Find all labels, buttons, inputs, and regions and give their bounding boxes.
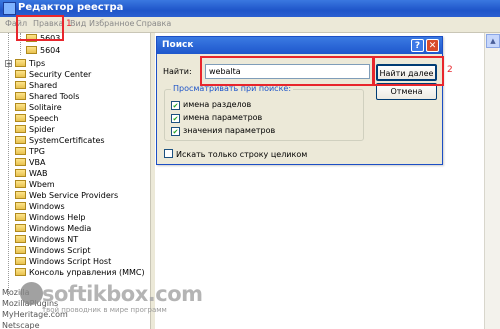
folder-icon bbox=[15, 268, 26, 276]
folder-icon bbox=[15, 235, 26, 243]
highlight-box-edit-menu bbox=[16, 15, 64, 41]
title-bar: Редактор реестра bbox=[0, 0, 500, 17]
folder-icon bbox=[15, 125, 26, 133]
menu-view[interactable]: Вид bbox=[70, 19, 86, 28]
folder-icon bbox=[15, 92, 26, 100]
whole-string-checkbox-row[interactable]: Искать только строку целиком bbox=[164, 149, 307, 160]
keys-checkbox-row[interactable]: ✔ имена разделов bbox=[171, 100, 251, 111]
folder-icon bbox=[15, 169, 26, 177]
values-checkbox[interactable]: ✔ bbox=[171, 114, 180, 123]
annotation-step-1: 1 bbox=[66, 19, 72, 29]
highlight-box-find-next bbox=[373, 56, 444, 86]
tree-item[interactable]: Shared bbox=[15, 80, 57, 91]
dialog-title: Поиск bbox=[162, 40, 194, 50]
tree-item[interactable]: Консоль управления (MMC) bbox=[15, 267, 145, 278]
tree-item[interactable]: SystemCertificates bbox=[15, 135, 105, 146]
folder-icon bbox=[15, 147, 26, 155]
data-checkbox-row[interactable]: ✔ значения параметров bbox=[171, 126, 275, 137]
find-label: Найти: bbox=[163, 67, 192, 76]
look-at-group: Просматривать при поиске: ✔ имена раздело… bbox=[164, 84, 364, 141]
tree-item[interactable]: 5604 bbox=[26, 45, 60, 56]
keys-checkbox[interactable]: ✔ bbox=[171, 101, 180, 110]
menu-help[interactable]: Справка bbox=[136, 19, 171, 28]
folder-icon bbox=[15, 257, 26, 265]
watermark-tagline: твой проводник в мире программ bbox=[42, 306, 167, 314]
watermark-logo-icon bbox=[20, 282, 43, 305]
folder-icon bbox=[15, 81, 26, 89]
tree-item[interactable]: Solitaire bbox=[15, 102, 62, 113]
folder-icon bbox=[15, 180, 26, 188]
folder-icon bbox=[15, 103, 26, 111]
close-icon[interactable]: ✕ bbox=[426, 39, 439, 52]
vertical-scrollbar[interactable]: ▲ bbox=[484, 33, 500, 329]
tree-item[interactable]: VBA bbox=[15, 157, 45, 168]
dialog-title-bar: Поиск ? ✕ bbox=[157, 37, 442, 54]
tree-item[interactable]: Security Center bbox=[15, 69, 91, 80]
annotation-step-2: 2 bbox=[447, 65, 453, 75]
tree-item[interactable]: Tips bbox=[15, 58, 45, 69]
window-title: Редактор реестра bbox=[18, 2, 124, 13]
expand-plus-icon[interactable]: + bbox=[5, 60, 12, 68]
folder-icon bbox=[26, 46, 37, 54]
folder-icon bbox=[15, 59, 26, 67]
tree-item[interactable]: Windows Script bbox=[15, 245, 90, 256]
folder-icon bbox=[15, 213, 26, 221]
tree-item[interactable]: Windows NT bbox=[15, 234, 78, 245]
values-checkbox-row[interactable]: ✔ имена параметров bbox=[171, 113, 262, 124]
tree-item[interactable]: TPG bbox=[15, 146, 45, 157]
whole-string-checkbox[interactable] bbox=[164, 149, 173, 158]
tree-item[interactable]: Shared Tools bbox=[15, 91, 79, 102]
highlight-box-find-input bbox=[200, 56, 374, 86]
folder-icon bbox=[15, 246, 26, 254]
tree-item[interactable]: Wbem bbox=[15, 179, 55, 190]
folder-icon bbox=[15, 136, 26, 144]
data-checkbox[interactable]: ✔ bbox=[171, 127, 180, 136]
menu-bar: Файл Правка Вид Избранное Справка bbox=[0, 17, 500, 33]
tree-item[interactable]: Windows Help bbox=[15, 212, 86, 223]
menu-favorites[interactable]: Избранное bbox=[89, 19, 134, 28]
tree-item[interactable]: Windows bbox=[15, 201, 65, 212]
folder-icon bbox=[15, 202, 26, 210]
tree-item[interactable]: Speech bbox=[15, 113, 58, 124]
folder-icon bbox=[15, 158, 26, 166]
watermark-brand: softikbox.com bbox=[42, 282, 203, 306]
tree-item[interactable]: Windows Media bbox=[15, 223, 91, 234]
folder-icon bbox=[15, 70, 26, 78]
tree-item[interactable]: WAB bbox=[15, 168, 47, 179]
folder-icon bbox=[15, 114, 26, 122]
folder-icon bbox=[15, 191, 26, 199]
help-icon[interactable]: ? bbox=[411, 39, 424, 52]
scroll-up-icon[interactable]: ▲ bbox=[486, 34, 500, 48]
folder-icon bbox=[15, 224, 26, 232]
tree-item[interactable]: Netscape bbox=[2, 320, 40, 329]
tree-item[interactable]: Web Service Providers bbox=[15, 190, 118, 201]
tree-item[interactable]: Spider bbox=[15, 124, 55, 135]
regedit-app-icon bbox=[3, 2, 16, 15]
tree-item[interactable]: Windows Script Host bbox=[15, 256, 111, 267]
